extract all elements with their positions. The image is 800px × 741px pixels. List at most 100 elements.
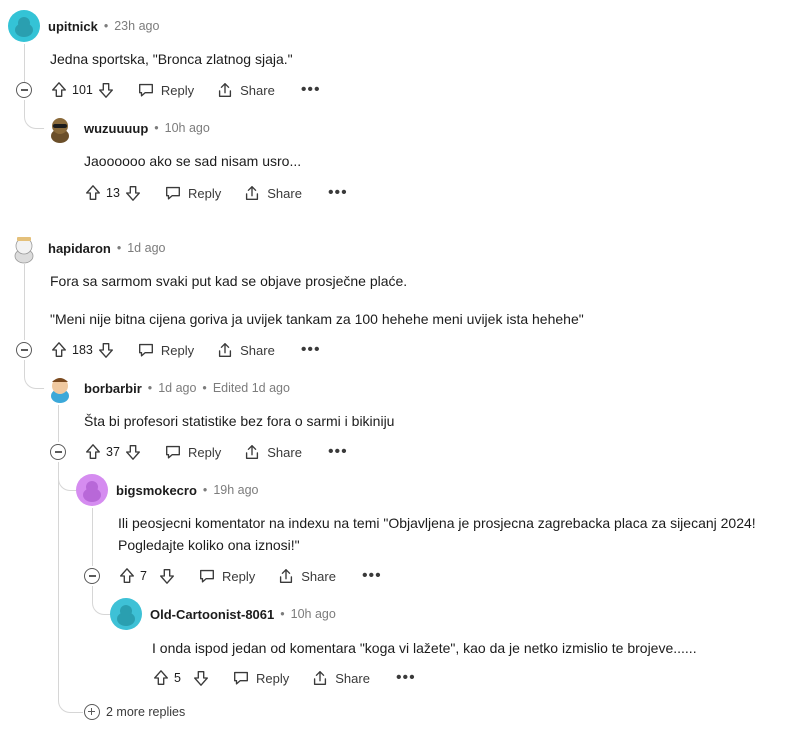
comment-line: Pogledajte koliko ona iznosi!" <box>118 537 300 553</box>
comment-header: hapidaron • 1d ago <box>8 232 165 264</box>
author-name[interactable]: borbarbir <box>84 381 142 396</box>
comment-line: Šta bi profesori statistike bez fora o s… <box>84 413 395 429</box>
share-icon <box>246 186 259 200</box>
timestamp[interactable]: 1d ago <box>127 241 165 255</box>
downvote-icon[interactable] <box>124 184 142 202</box>
share-label: Share <box>267 444 302 460</box>
downvote-icon[interactable] <box>97 341 115 359</box>
comment-header: borbarbir • 1d ago • Edited 1d ago <box>44 372 290 404</box>
avatar[interactable] <box>110 598 142 630</box>
share-button[interactable]: Share <box>243 184 302 202</box>
timestamp[interactable]: 10h ago <box>291 607 336 621</box>
reply-button[interactable]: Reply <box>137 81 194 99</box>
avatar[interactable] <box>44 112 76 144</box>
upvote-icon[interactable] <box>50 81 68 99</box>
timestamp[interactable]: 19h ago <box>213 483 258 497</box>
thread-elbow <box>24 100 45 129</box>
reply-icon <box>166 186 180 200</box>
meta-separator: • <box>116 241 122 255</box>
vote-count: 13 <box>106 186 120 200</box>
snoo-avatar-icon <box>51 378 69 403</box>
share-button[interactable]: Share <box>311 669 370 687</box>
reply-label: Reply <box>188 185 222 201</box>
plus-circle-icon <box>84 704 100 720</box>
vote-group: 101 <box>50 81 115 99</box>
share-button[interactable]: Share <box>243 443 302 461</box>
vote-count: 37 <box>106 445 120 459</box>
vote-group: 7 <box>118 567 176 585</box>
snoo-avatar-icon <box>15 17 33 37</box>
collapse-thread-button[interactable] <box>84 568 100 584</box>
upvote-icon[interactable] <box>152 669 170 687</box>
share-label: Share <box>240 82 275 98</box>
comment-actions: 13 Reply Share ••• <box>84 184 348 202</box>
collapse-thread-button[interactable] <box>16 342 32 358</box>
comment-line: Jedna sportska, "Bronca zlatnog sjaja." <box>50 51 293 67</box>
comment-actions: 183 Reply Share ••• <box>50 341 321 359</box>
avatar[interactable] <box>8 10 40 42</box>
avatar[interactable] <box>8 232 40 264</box>
collapse-thread-button[interactable] <box>16 82 32 98</box>
author-name[interactable]: wuzuuuup <box>84 121 148 136</box>
comment-line: Jaoooooo ako se sad nisam usro... <box>84 153 302 169</box>
downvote-icon[interactable] <box>124 443 142 461</box>
more-replies-button[interactable]: 2 more replies <box>84 704 185 720</box>
vote-group: 37 <box>84 443 142 461</box>
comment-header: bigsmokecro • 19h ago <box>76 474 259 506</box>
share-button[interactable]: Share <box>216 341 275 359</box>
reply-button[interactable]: Reply <box>164 184 221 202</box>
author-name[interactable]: bigsmokecro <box>116 483 197 498</box>
snoo-avatar-icon <box>51 118 69 143</box>
meta-separator: • <box>202 381 207 395</box>
more-options-icon[interactable]: ••• <box>396 670 416 686</box>
author-name[interactable]: upitnick <box>48 19 98 34</box>
avatar[interactable] <box>76 474 108 506</box>
reply-button[interactable]: Reply <box>137 341 194 359</box>
comment-line: Ili peosjecni komentator na indexu na te… <box>118 515 756 531</box>
reply-label: Reply <box>256 670 290 686</box>
upvote-icon[interactable] <box>84 443 102 461</box>
share-label: Share <box>301 568 336 584</box>
meta-separator: • <box>103 19 109 33</box>
author-name[interactable]: hapidaron <box>48 241 111 256</box>
author-name[interactable]: Old-Cartoonist-8061 <box>150 607 274 622</box>
upvote-icon[interactable] <box>84 184 102 202</box>
more-options-icon[interactable]: ••• <box>328 444 348 460</box>
more-options-icon[interactable]: ••• <box>301 82 321 98</box>
upvote-icon[interactable] <box>118 567 136 585</box>
comment-header: upitnick • 23h ago <box>8 10 159 42</box>
share-button[interactable]: Share <box>216 81 275 99</box>
meta-separator: • <box>280 607 285 621</box>
more-options-icon[interactable]: ••• <box>301 342 321 358</box>
timestamp[interactable]: 23h ago <box>114 19 159 33</box>
reply-button[interactable]: Reply <box>164 443 221 461</box>
timestamp[interactable]: 10h ago <box>165 121 210 135</box>
snoo-avatar-icon <box>83 481 101 502</box>
avatar[interactable] <box>44 372 76 404</box>
more-options-icon[interactable]: ••• <box>328 185 348 201</box>
vote-group: 5 <box>152 669 210 687</box>
edited-label: Edited 1d ago <box>212 381 290 395</box>
downvote-icon[interactable] <box>97 81 115 99</box>
upvote-icon[interactable] <box>50 341 68 359</box>
share-label: Share <box>335 670 370 686</box>
collapse-thread-button[interactable] <box>50 444 66 460</box>
comment-body: I onda ispod jedan od komentara "koga vi… <box>152 637 697 659</box>
share-icon <box>219 83 232 97</box>
comment-actions: 101 Reply Share ••• <box>50 81 321 99</box>
more-options-icon[interactable]: ••• <box>362 568 382 584</box>
comment-actions: 37 Reply Share ••• <box>84 443 348 461</box>
share-button[interactable]: Share <box>277 567 336 585</box>
comment-actions: 7 Reply Share ••• <box>118 567 382 585</box>
downvote-icon[interactable] <box>192 669 210 687</box>
share-label: Share <box>240 342 275 358</box>
timestamp[interactable]: 1d ago <box>158 381 196 395</box>
reply-button[interactable]: Reply <box>232 669 289 687</box>
vote-count: 5 <box>174 671 181 685</box>
vote-count: 101 <box>72 83 93 97</box>
comment-header: wuzuuuup • 10h ago <box>44 112 210 144</box>
downvote-icon[interactable] <box>158 567 176 585</box>
vote-group: 183 <box>50 341 115 359</box>
reply-button[interactable]: Reply <box>198 567 255 585</box>
vote-group: 13 <box>84 184 142 202</box>
